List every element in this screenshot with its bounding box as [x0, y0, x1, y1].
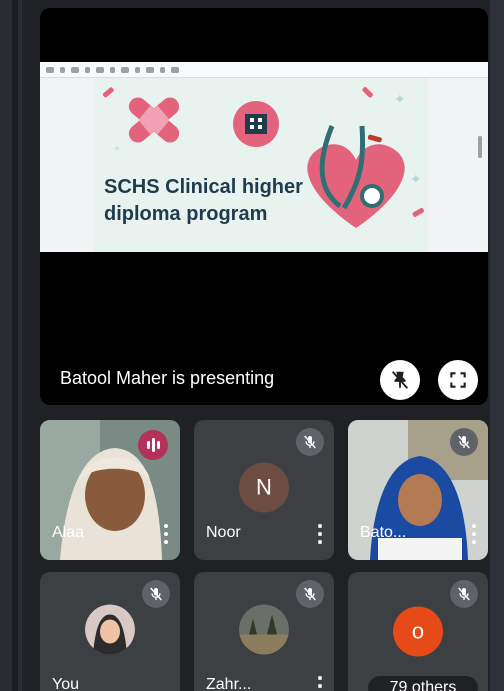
pin-off-icon	[391, 371, 409, 389]
avatar: N	[239, 462, 289, 513]
mic-off-icon	[450, 428, 478, 456]
toolbar-icon	[135, 66, 140, 73]
participant-tile-noor[interactable]: N Noor	[194, 420, 334, 560]
device-bezel-right	[490, 0, 504, 691]
toolbar-icon	[121, 66, 129, 73]
others-count-badge: 79 others	[368, 676, 478, 691]
more-vert-icon[interactable]	[472, 524, 476, 544]
slide: ✦ ✦ + SCHS Clinical higher diploma progr…	[94, 78, 428, 252]
slides-toolbar	[40, 62, 488, 78]
toolbar-icon	[60, 66, 65, 73]
participant-name: Bato...	[360, 524, 407, 541]
bezel-inner	[12, 0, 18, 691]
participant-name: Zahr...	[206, 676, 252, 691]
slide-title-line-2: diploma program	[104, 203, 268, 225]
fullscreen-icon	[450, 372, 466, 388]
mic-off-icon	[296, 580, 324, 608]
mic-off-icon	[450, 580, 478, 608]
participant-tile-zahr[interactable]: Zahr...	[194, 572, 334, 691]
toolbar-icon	[171, 66, 179, 73]
presentation-tile[interactable]: ✦ ✦ + SCHS Clinical higher diploma progr…	[40, 8, 488, 405]
slide-title-line-1: SCHS Clinical higher	[104, 176, 303, 198]
toolbar-icon	[110, 66, 115, 73]
participant-tile-alaa[interactable]: Alaa	[40, 420, 180, 560]
participant-name: You	[52, 676, 79, 691]
participant-name: Noor	[206, 524, 241, 541]
toolbar-icon	[71, 66, 79, 73]
participant-tile-others[interactable]: o 79 others	[348, 572, 488, 691]
more-vert-icon[interactable]	[164, 524, 168, 544]
slide-title: SCHS Clinical higher diploma program	[104, 174, 304, 228]
toolbar-icon	[85, 66, 90, 73]
shared-screen: ✦ ✦ + SCHS Clinical higher diploma progr…	[40, 62, 488, 252]
avatar: o	[393, 606, 443, 657]
unpin-button[interactable]	[380, 360, 420, 400]
more-vert-icon[interactable]	[318, 524, 322, 544]
svg-text:+: +	[114, 144, 120, 155]
scrollbar[interactable]	[478, 136, 482, 158]
avatar	[85, 604, 135, 655]
more-vert-icon[interactable]	[318, 676, 322, 691]
fullscreen-button[interactable]	[438, 360, 478, 400]
toolbar-icon	[160, 66, 165, 73]
toolbar-icon	[146, 66, 154, 73]
participant-name: Alaa	[52, 524, 85, 541]
participant-tile-you[interactable]: You	[40, 572, 180, 691]
device-bezel-left	[0, 0, 22, 691]
avatar	[239, 604, 289, 655]
mic-off-icon	[142, 580, 170, 608]
audio-level-icon	[138, 430, 168, 460]
toolbar-icon	[96, 66, 104, 73]
slides-side-panel	[430, 78, 488, 252]
svg-text:✦: ✦	[410, 171, 422, 187]
participant-tile-batool[interactable]: Bato...	[348, 420, 488, 560]
svg-text:✦: ✦	[394, 91, 406, 107]
mic-off-icon	[296, 428, 324, 456]
meet-screen: ✦ ✦ + SCHS Clinical higher diploma progr…	[22, 0, 490, 691]
presenting-label: Batool Maher is presenting	[60, 368, 275, 388]
toolbar-icon	[46, 66, 54, 73]
